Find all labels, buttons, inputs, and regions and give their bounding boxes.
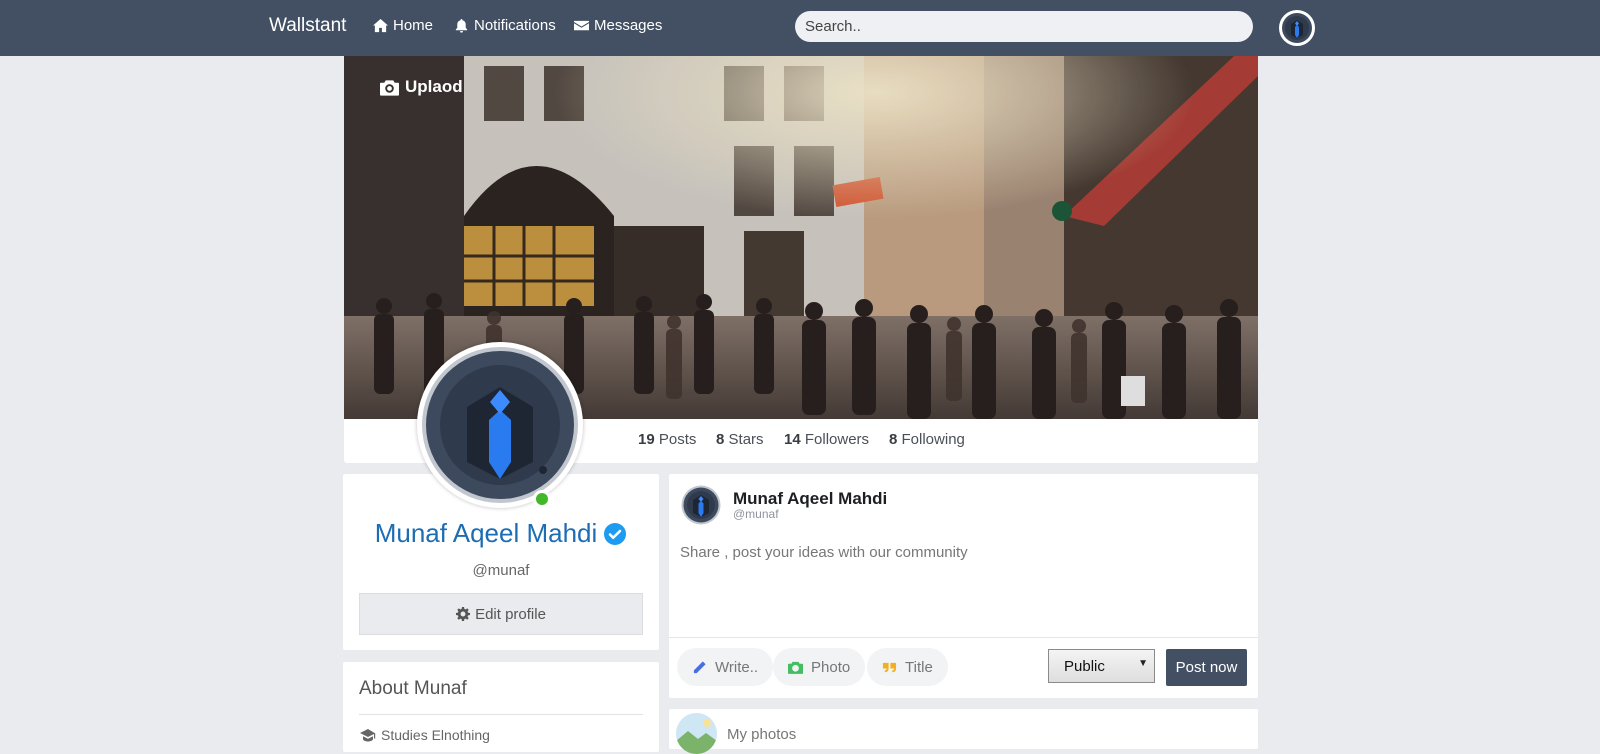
upload-cover-button[interactable]: Uplaod xyxy=(380,77,463,97)
nav-messages-label: Messages xyxy=(594,17,663,34)
home-icon xyxy=(373,18,388,33)
search-input[interactable] xyxy=(795,11,1253,42)
profile-name: Munaf Aqeel Mahdi xyxy=(343,518,659,549)
profile-name-text: Munaf Aqeel Mahdi xyxy=(374,518,598,548)
camera-icon xyxy=(788,661,803,674)
about-education-text: Studies Elnothing xyxy=(381,727,490,743)
profile-avatar[interactable] xyxy=(417,342,583,508)
nav-home-label: Home xyxy=(393,17,434,34)
nav-messages-link[interactable]: Messages xyxy=(574,17,662,34)
chevron-down-icon: ▼ xyxy=(1138,658,1148,669)
nav-home-link[interactable]: Home xyxy=(373,17,433,34)
photo-button-label: Photo xyxy=(811,658,851,676)
upload-cover-label: Uplaod xyxy=(405,77,463,96)
nav-notifications-link[interactable]: Notifications xyxy=(454,17,556,34)
verified-badge-icon xyxy=(604,522,627,545)
composer-divider xyxy=(669,637,1258,638)
about-divider xyxy=(359,714,643,715)
stat-followers-label: Followers xyxy=(804,431,870,448)
stat-followers-count: 14 xyxy=(784,431,801,448)
bell-icon xyxy=(455,18,468,33)
composer-avatar[interactable] xyxy=(681,485,721,525)
edit-profile-button[interactable]: Edit profile xyxy=(359,593,643,635)
stat-stars-count: 8 xyxy=(716,431,725,448)
online-status-dot xyxy=(533,490,551,508)
stat-following-count: 8 xyxy=(889,431,898,448)
landscape-icon xyxy=(676,713,717,754)
post-text-input[interactable] xyxy=(680,544,1246,630)
stat-followers[interactable]: 14 Followers xyxy=(784,431,869,448)
brand-logo-text[interactable]: Wallstant xyxy=(269,15,346,37)
pencil-icon xyxy=(693,660,706,673)
stat-posts[interactable]: 19 Posts xyxy=(638,431,696,448)
top-navbar: Wallstant Home Notifications Messages xyxy=(0,0,1600,56)
user-logo-icon xyxy=(681,485,721,525)
camera-icon xyxy=(380,79,399,96)
composer-user-handle: @munaf xyxy=(733,507,779,521)
privacy-select[interactable]: Public ▼ xyxy=(1048,649,1155,683)
post-now-button[interactable]: Post now xyxy=(1166,649,1247,686)
write-button[interactable]: Write.. xyxy=(677,648,774,686)
stat-following[interactable]: 8 Following xyxy=(889,431,965,448)
my-photos-label: My photos xyxy=(727,726,797,743)
stat-posts-count: 19 xyxy=(638,431,655,448)
edit-profile-label: Edit profile xyxy=(475,605,546,623)
stat-stars-label: Stars xyxy=(728,431,764,448)
nav-notifications-label: Notifications xyxy=(474,17,556,34)
stat-stars[interactable]: 8 Stars xyxy=(716,431,764,448)
stat-following-label: Following xyxy=(901,431,965,448)
about-title: About Munaf xyxy=(359,678,467,699)
user-logo-icon xyxy=(1282,13,1312,43)
quote-icon xyxy=(882,662,897,672)
envelope-icon xyxy=(574,20,589,31)
privacy-select-value: Public xyxy=(1064,657,1105,675)
nav-user-avatar[interactable] xyxy=(1279,10,1315,46)
user-logo-icon xyxy=(422,347,578,503)
photos-thumbnail[interactable] xyxy=(676,713,717,754)
profile-handle: @munaf xyxy=(472,562,530,579)
photo-button[interactable]: Photo xyxy=(773,648,866,686)
gear-icon xyxy=(456,607,471,621)
title-button[interactable]: Title xyxy=(867,648,948,686)
graduation-cap-icon xyxy=(360,728,376,741)
about-education-item: Studies Elnothing xyxy=(360,727,490,743)
write-button-label: Write.. xyxy=(715,658,759,676)
stat-posts-label: Posts xyxy=(658,431,697,448)
composer-user-name: Munaf Aqeel Mahdi xyxy=(733,489,888,508)
title-button-label: Title xyxy=(905,658,933,676)
